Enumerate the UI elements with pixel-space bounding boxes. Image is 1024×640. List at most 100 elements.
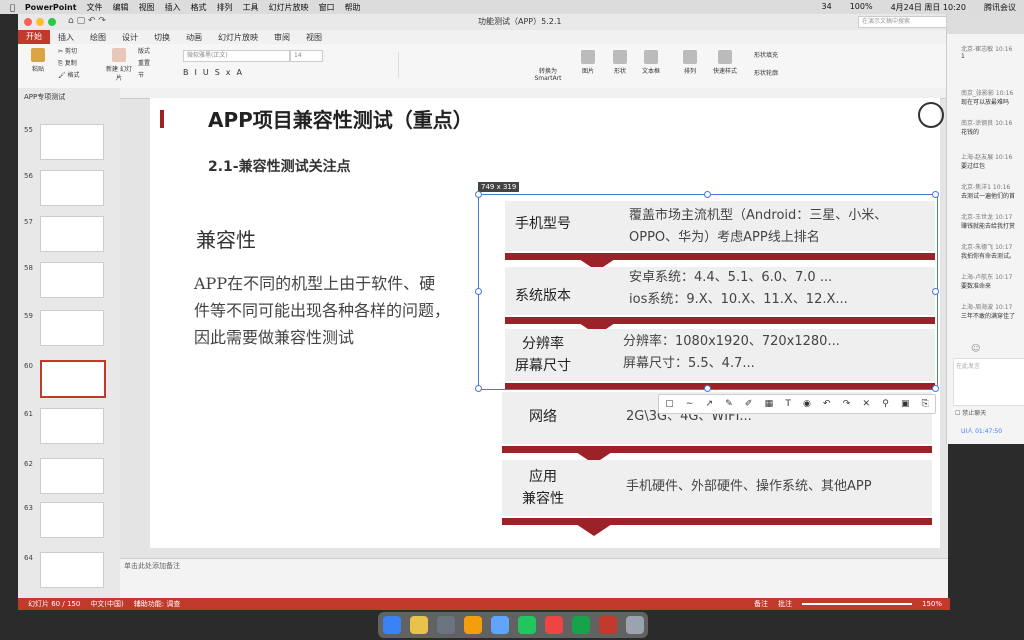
slide-thumbnail-56[interactable] [40,170,104,206]
notification-count[interactable]: 34 [822,2,832,13]
wechat-icon[interactable] [517,616,536,634]
font-format-buttons[interactable]: BIUSxA [183,68,248,77]
shape-button[interactable]: 形状 [608,50,632,75]
slide-thumbnail-57[interactable] [40,216,104,252]
outline-title[interactable]: APP专项测试 [24,92,65,102]
tab-draw[interactable]: 绘图 [82,32,114,43]
slide-thumbnail-63[interactable] [40,502,104,538]
row-app-compat[interactable]: 应用 兼容性 手机硬件、外部硬件、操作系统、其他APP [502,460,932,516]
reset-button[interactable]: 重置 [138,58,150,67]
freehand-icon[interactable]: ∼ [686,399,694,409]
zoom-window-button[interactable] [48,18,56,26]
close-window-button[interactable] [24,18,32,26]
section-button[interactable]: 节 [138,70,144,79]
row-os-version[interactable]: 系统版本 安卓系统：4.4、5.1、6.0、7.0 ... ios系统：9.X、1… [505,267,935,315]
notes-pane[interactable]: 单击此处添加备注 [120,558,948,599]
tab-view[interactable]: 视图 [298,32,330,43]
safari-icon[interactable] [436,616,455,634]
menu-tools[interactable]: 工具 [243,2,259,13]
slide-thumbnail-61[interactable] [40,408,104,444]
row-phone-model[interactable]: 手机型号 覆盖市场主流机型（Android：三星、小米、 OPPO、华为）考虑AP… [505,201,935,251]
notes-app-icon[interactable] [463,616,482,634]
pin-icon[interactable]: ⚲ [882,399,889,409]
shape-fill-button[interactable]: 形状填充 [754,50,778,59]
mosaic-icon[interactable]: ▦ [765,399,774,409]
font-family-select[interactable]: 微软雅黑(正文) [183,50,290,62]
menu-insert[interactable]: 插入 [165,2,181,13]
new-slide-button[interactable]: 新建 幻灯片 [106,48,132,82]
text-icon[interactable]: T [785,399,791,409]
chat-header[interactable] [947,14,1024,34]
slide-thumbnail-59[interactable] [40,310,104,346]
capture-handle[interactable] [704,385,711,392]
redo-icon[interactable]: ↷ [843,399,851,409]
screen-capture-selection[interactable]: 手机型号 覆盖市场主流机型（Android：三星、小米、 OPPO、华为）考虑AP… [478,194,938,390]
paste-button[interactable]: 粘贴 [26,48,50,73]
layout-button[interactable]: 版式 [138,46,150,55]
finder-icon[interactable] [382,616,401,634]
tab-slideshow[interactable]: 幻灯片放映 [210,32,266,43]
tab-review[interactable]: 审阅 [266,32,298,43]
menu-arrange[interactable]: 排列 [217,2,233,13]
color-icon[interactable]: ◉ [803,399,811,409]
slide-thumbnail-62[interactable] [40,458,104,494]
minimize-window-button[interactable] [36,18,44,26]
menu-view[interactable]: 视图 [139,2,155,13]
menu-help[interactable]: 帮助 [345,2,361,13]
save-icon[interactable]: ▣ [901,399,910,409]
capture-handle[interactable] [475,288,482,295]
menu-slideshow[interactable]: 幻灯片放映 [269,2,309,13]
menu-window[interactable]: 窗口 [319,2,335,13]
zoom-slider[interactable] [801,603,912,605]
tab-animations[interactable]: 动画 [178,32,210,43]
quick-style-button[interactable]: 快速样式 [708,50,742,75]
menu-app[interactable]: PowerPoint [25,3,77,12]
tencent-meeting-status[interactable]: 腾讯会议 [984,2,1016,13]
slide-thumbnail-64[interactable] [40,552,104,588]
copy-icon[interactable]: ⎘ [922,399,929,409]
convert-smartart-button[interactable]: 转换为 SmartArt [530,66,566,82]
trash-icon[interactable] [625,616,644,634]
battery-level[interactable]: 100% [850,2,873,13]
picture-button[interactable]: 图片 [576,50,600,75]
font-size-select[interactable]: 14 [290,50,323,62]
slide-thumbnail-55[interactable] [40,124,104,160]
comments-button[interactable]: 批注 [778,599,792,609]
zoom-level[interactable]: 150% [922,600,942,608]
tab-home[interactable]: 开始 [18,30,50,44]
copy-button[interactable]: ⎘ 复制 [58,58,77,68]
slide-subtitle[interactable]: 2.1-兼容性测试关注点 [208,156,351,176]
capture-handle[interactable] [475,191,482,198]
menu-edit[interactable]: 编辑 [113,2,129,13]
highlighter-icon[interactable]: ✐ [745,399,753,409]
slide-thumbnail-60[interactable] [40,360,106,398]
accessibility-status[interactable]: 辅助功能: 调查 [134,599,181,609]
disable-chat-checkbox[interactable]: ☐ 禁止聊天 [955,408,986,417]
compat-body[interactable]: APP在不同的机型上由于软件、硬 件等不同可能出现各种各样的问题， 因此需要做兼… [194,270,450,351]
emoji-icon[interactable]: ☺ [971,344,980,354]
capture-handle[interactable] [475,385,482,392]
arrow-icon[interactable]: ↗ [705,399,713,409]
arrange-button[interactable]: 排列 [678,50,702,75]
format-painter-button[interactable]: 🖌 格式 [58,70,80,79]
row-resolution[interactable]: 分辨率 屏幕尺寸 分辨率：1080x1920、720x1280... 屏幕尺寸：5.… [505,329,935,381]
capture-handle[interactable] [932,385,939,392]
clock[interactable]: 4月24日 周日 10:20 [891,2,966,13]
tab-transitions[interactable]: 切换 [146,32,178,43]
tab-insert[interactable]: 插入 [50,32,82,43]
capture-handle[interactable] [704,191,711,198]
slide-title[interactable]: APP项目兼容性测试（重点） [208,104,473,133]
textbox-button[interactable]: 文本框 [638,50,664,75]
apple-icon[interactable]:  [10,3,15,12]
undo-icon[interactable]: ↶ [823,399,831,409]
quick-access-icons[interactable]: ⌂ ▢ ↶ ↷ [68,16,106,26]
compat-heading[interactable]: 兼容性 [196,224,256,253]
powerpoint-icon[interactable] [598,616,617,634]
launchpad-icon[interactable] [409,616,428,634]
search-input[interactable]: 在演示文稿中搜索 [858,16,951,28]
language-indicator[interactable]: 中文(中国) [90,599,123,609]
chrome-icon[interactable] [571,616,590,634]
capture-handle[interactable] [932,288,939,295]
close-icon[interactable]: ✕ [862,399,870,409]
rectangle-icon[interactable]: ▢ [665,399,674,409]
